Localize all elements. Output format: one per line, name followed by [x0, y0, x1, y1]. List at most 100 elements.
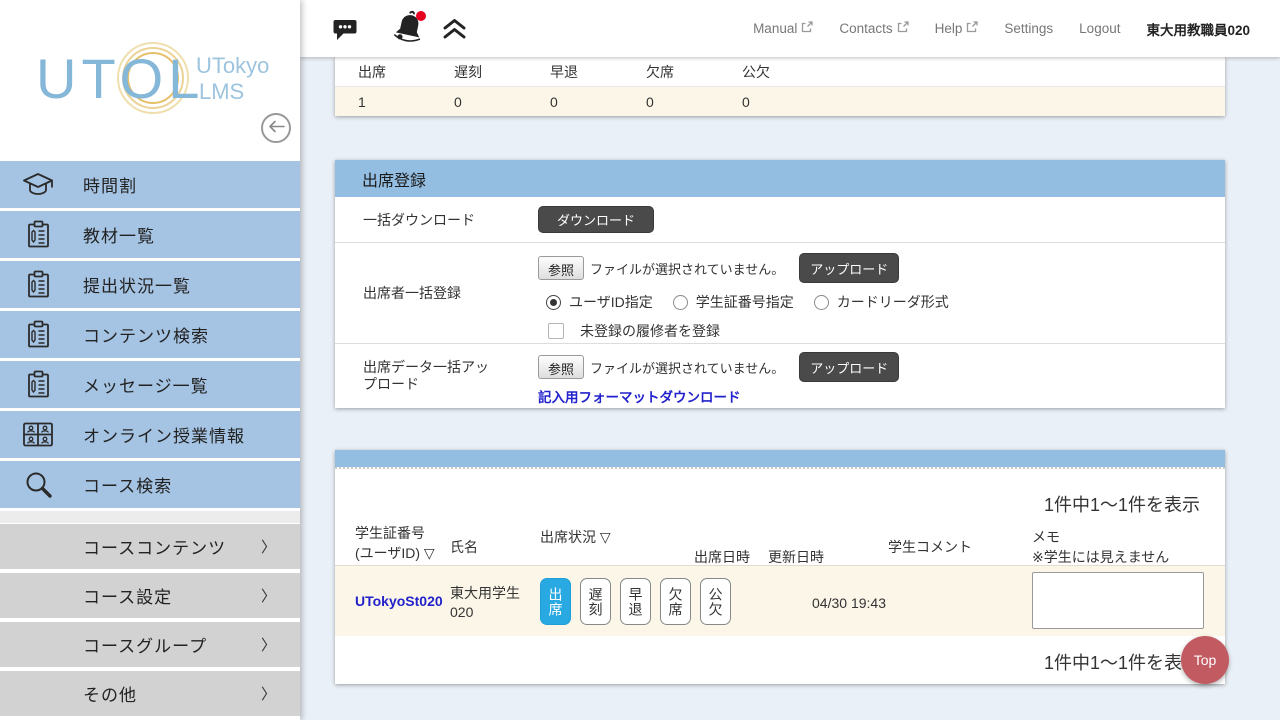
checkbox-label: 未登録の履修者を登録	[580, 321, 720, 341]
table-accent-bar	[335, 450, 1225, 467]
header-line-sort: (ユーザID) ▽	[355, 545, 435, 561]
sidebar-item-online-class[interactable]: オンライン授業情報	[0, 411, 300, 458]
column-header-update-time: 更新日時	[768, 547, 824, 567]
settings-link-label: Settings	[1004, 21, 1053, 36]
summary-value: 0	[742, 94, 838, 110]
column-header-status[interactable]: 出席状況 ▽	[540, 527, 611, 547]
logout-link[interactable]: Logout	[1079, 21, 1120, 36]
sidebar-item-content-search[interactable]: コンテンツ検索	[0, 311, 300, 358]
sidebar-item-course-search[interactable]: コース検索	[0, 461, 300, 508]
radio-label: ユーザID指定	[569, 292, 653, 312]
summary-header: 早退	[550, 62, 646, 82]
summary-value: 1	[358, 94, 454, 110]
status-button-present[interactable]: 出席	[540, 578, 571, 625]
external-link-icon	[966, 21, 978, 36]
sidebar: UTOL UTokyo LMS 時間割 教材一覧 提出状況一覧	[0, 0, 300, 720]
radio-label: 学生証番号指定	[696, 292, 794, 312]
sidebar-item-label: オンライン授業情報	[83, 422, 245, 447]
logout-link-label: Logout	[1079, 21, 1120, 36]
contacts-link[interactable]: Contacts	[839, 21, 908, 36]
external-link-icon	[801, 21, 813, 36]
radio-button-icon[interactable]	[814, 295, 829, 310]
sidebar-item-others[interactable]: その他 〉	[0, 671, 300, 716]
clipboard-icon	[21, 270, 55, 299]
radio-label: カードリーダ形式	[837, 292, 949, 312]
upload-button[interactable]: アップロード	[799, 352, 899, 382]
upload-button[interactable]: アップロード	[799, 253, 899, 283]
checkbox-icon[interactable]	[548, 323, 564, 339]
status-button-late[interactable]: 遅刻	[580, 578, 611, 625]
video-grid-icon	[21, 421, 55, 448]
header-line: 学生証番号	[355, 525, 425, 541]
bulk-download-label: 一括ダウンロード	[335, 197, 538, 242]
bulk-register-controls: 参照 ファイルが選択されていません。 アップロード ユーザID指定 学生証番号指…	[538, 243, 949, 343]
sidebar-item-course-contents[interactable]: コースコンテンツ 〉	[0, 524, 300, 569]
data-upload-row: 出席データ一括アップロード 参照 ファイルが選択されていません。 アップロード …	[335, 344, 1225, 408]
result-count-bottom: 1件中1〜1件を表示	[1044, 649, 1200, 675]
panel-title: 出席登録	[335, 160, 1225, 197]
data-upload-controls: 参照 ファイルが選択されていません。 アップロード 記入用フォーマットダウンロー…	[538, 344, 899, 408]
header-note: ※学生には見えません	[1032, 549, 1169, 565]
sidebar-item-course-group[interactable]: コースグループ 〉	[0, 622, 300, 667]
no-file-text: ファイルが選択されていません。	[590, 259, 784, 278]
status-button-excused[interactable]: 公欠	[700, 578, 731, 625]
radio-button-icon[interactable]	[546, 295, 561, 310]
sidebar-item-label: コンテンツ検索	[83, 322, 209, 347]
radio-user-id[interactable]: ユーザID指定	[546, 292, 653, 312]
summary-header: 遅刻	[454, 62, 550, 82]
student-id-link[interactable]: UTokyoSt020	[355, 593, 443, 609]
summary-header: 公欠	[742, 62, 838, 82]
status-button-group: 出席 遅刻 早退 欠席 公欠	[540, 578, 731, 625]
status-button-absent[interactable]: 欠席	[660, 578, 691, 625]
table-header: 1件中1〜1件を表示 学生証番号 (ユーザID) ▽ 氏名 出席状況 ▽ 出席日…	[335, 467, 1225, 565]
search-icon	[21, 470, 55, 499]
file-select-line: 参照 ファイルが選択されていません。 アップロード	[538, 253, 949, 283]
sidebar-item-submissions[interactable]: 提出状況一覧	[0, 261, 300, 308]
help-link[interactable]: Help	[935, 21, 979, 36]
column-header-comment: 学生コメント	[888, 537, 972, 557]
sidebar-item-course-settings[interactable]: コース設定 〉	[0, 573, 300, 618]
collapse-up-icon[interactable]	[441, 17, 468, 46]
sidebar-item-label: 提出状況一覧	[83, 272, 191, 297]
sidebar-item-label: コース設定	[83, 583, 172, 608]
utol-logo: UTOL UTokyo LMS	[36, 36, 271, 127]
browse-button[interactable]: 参照	[538, 256, 584, 280]
browse-button[interactable]: 参照	[538, 355, 584, 379]
messages-icon[interactable]	[332, 16, 359, 48]
table-footer: 1件中1〜1件を表示	[335, 636, 1225, 684]
sidebar-collapse-button[interactable]	[261, 113, 291, 143]
clipboard-icon	[21, 220, 55, 249]
summary-value-row: 1 0 0 0 0	[335, 87, 1225, 116]
sidebar-item-label: その他	[83, 681, 137, 706]
summary-value: 0	[454, 94, 550, 110]
column-header-student-id[interactable]: 学生証番号 (ユーザID) ▽	[355, 523, 435, 563]
register-unenrolled-checkbox[interactable]: 未登録の履修者を登録	[548, 321, 949, 341]
notifications-bell-icon[interactable]	[393, 10, 429, 53]
settings-link[interactable]: Settings	[1004, 21, 1053, 36]
sidebar-item-materials[interactable]: 教材一覧	[0, 211, 300, 258]
data-upload-label: 出席データ一括アップロード	[335, 344, 538, 408]
sidebar-item-timetable[interactable]: 時間割	[0, 161, 300, 208]
format-download-link[interactable]: 記入用フォーマットダウンロード	[538, 386, 899, 406]
result-count-top: 1件中1〜1件を表示	[1044, 491, 1200, 517]
logo-text: UTOL	[36, 47, 204, 110]
sidebar-nav: 時間割 教材一覧 提出状況一覧 コンテンツ検索 メッセージ一覧	[0, 161, 300, 720]
update-time-value: 04/30 19:43	[785, 595, 913, 611]
radio-button-icon[interactable]	[673, 295, 688, 310]
chevron-right-icon: 〉	[261, 634, 276, 655]
radio-student-id[interactable]: 学生証番号指定	[673, 292, 794, 312]
radio-card-reader[interactable]: カードリーダ形式	[814, 292, 949, 312]
file-select-line: 参照 ファイルが選択されていません。 アップロード	[538, 352, 899, 382]
scroll-to-top-button[interactable]: Top	[1181, 636, 1229, 684]
sidebar-item-label: メッセージ一覧	[83, 372, 209, 397]
manual-link[interactable]: Manual	[753, 21, 813, 36]
utol-logo-graphic: UTOL UTokyo LMS	[36, 36, 271, 122]
chevron-right-icon: 〉	[261, 683, 276, 704]
no-file-text: ファイルが選択されていません。	[590, 358, 784, 377]
help-link-label: Help	[935, 21, 963, 36]
download-button[interactable]: ダウンロード	[538, 206, 654, 233]
sidebar-item-messages[interactable]: メッセージ一覧	[0, 361, 300, 408]
status-button-early-leave[interactable]: 早退	[620, 578, 651, 625]
summary-value: 0	[646, 94, 742, 110]
memo-textarea[interactable]	[1032, 572, 1204, 629]
